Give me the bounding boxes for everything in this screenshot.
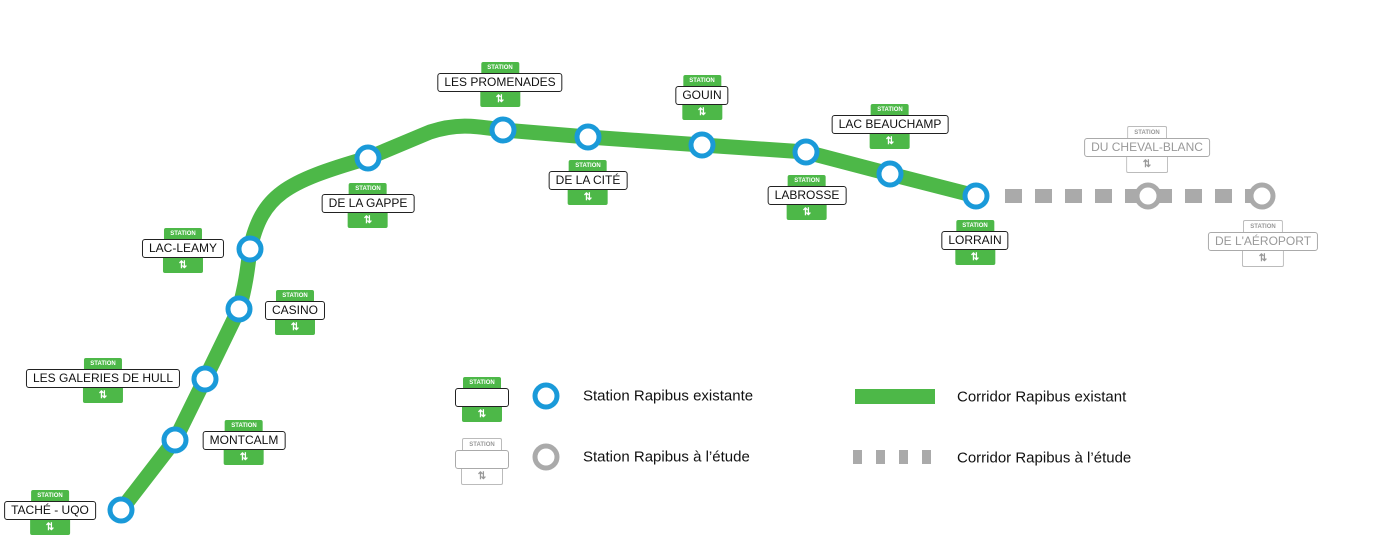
legend-corridor-existing-icon (855, 389, 935, 404)
station-label[interactable]: STATION DE L'AÉROPORT ⇅ (1207, 220, 1319, 267)
station-tab: STATION (463, 377, 501, 388)
station-marker[interactable] (225, 295, 253, 323)
station-name: LES PROMENADES (437, 73, 563, 92)
legend-corridor-existing: Corridor Rapibus existant (957, 388, 1127, 406)
station-tab: STATION (1127, 126, 1167, 138)
station-marker[interactable] (236, 235, 264, 263)
station-marker[interactable] (876, 160, 904, 188)
transfer-icon: ⇅ (274, 320, 315, 335)
station-tab: STATION (787, 175, 826, 186)
legend-station-study-icon (532, 443, 560, 471)
station-name: CASINO (264, 301, 326, 320)
station-label[interactable]: STATION DE LA CITÉ ⇅ (548, 160, 628, 205)
station-tab: STATION (683, 75, 721, 86)
transfer-icon: ⇅ (462, 407, 502, 422)
transfer-icon: ⇅ (480, 92, 520, 107)
legend-station-existing-label: STATION ⇅ (455, 377, 509, 422)
station-tab: STATION (569, 160, 607, 171)
station-name: DE LA GAPPE (321, 194, 415, 213)
station-label[interactable]: STATION DE LA GAPPE ⇅ (321, 183, 415, 228)
station-tab: STATION (956, 220, 994, 231)
station-marker[interactable] (191, 365, 219, 393)
station-label[interactable]: STATION DU CHEVAL-BLANC ⇅ (1084, 126, 1210, 173)
transfer-icon: ⇅ (223, 450, 264, 465)
station-marker[interactable] (574, 123, 602, 151)
station-name: LAC-LEAMY (141, 239, 225, 258)
transfer-icon: ⇅ (1126, 157, 1168, 173)
station-tab: STATION (348, 183, 387, 194)
transfer-icon: ⇅ (682, 105, 722, 120)
legend-corridor-study: Corridor Rapibus à l’étude (957, 449, 1132, 467)
station-tab: STATION (1243, 220, 1283, 232)
station-name: LAC BEAUCHAMP (831, 115, 949, 134)
station-tab: STATION (31, 490, 69, 501)
legend-station-study: Station Rapibus à l’étude (583, 448, 750, 466)
station-label[interactable]: STATION LAC-LEAMY ⇅ (141, 228, 225, 273)
station-marker[interactable] (962, 182, 990, 210)
legend-station-study-label: STATION ⇅ (455, 438, 509, 485)
label-box (455, 388, 509, 407)
station-label[interactable]: STATION LORRAIN ⇅ (941, 220, 1009, 265)
legend-station-existing: Station Rapibus existante (583, 387, 754, 405)
station-tab: STATION (481, 62, 519, 73)
station-label[interactable]: STATION MONTCALM ⇅ (202, 420, 286, 465)
station-marker[interactable] (792, 138, 820, 166)
station-name: LES GALERIES DE HULL (25, 369, 181, 388)
station-label[interactable]: STATION LABROSSE ⇅ (767, 175, 847, 220)
station-marker[interactable] (354, 144, 382, 172)
transfer-icon: ⇅ (1242, 251, 1284, 267)
station-name: DE LA CITÉ (548, 171, 628, 190)
station-marker[interactable] (1248, 182, 1276, 210)
station-marker[interactable] (489, 116, 517, 144)
transfer-icon: ⇅ (869, 134, 910, 149)
transfer-icon: ⇅ (786, 205, 827, 220)
station-marker[interactable] (1134, 182, 1162, 210)
station-name: LORRAIN (941, 231, 1009, 250)
station-name: TACHÉ - UQO (4, 501, 96, 520)
station-label[interactable]: STATION TACHÉ - UQO ⇅ (4, 490, 96, 535)
transfer-icon: ⇅ (83, 388, 123, 403)
station-label[interactable]: STATION LES GALERIES DE HULL ⇅ (25, 358, 181, 403)
station-tab: STATION (462, 438, 502, 450)
transfer-icon: ⇅ (163, 258, 203, 273)
station-tab: STATION (84, 358, 122, 369)
label-box (455, 450, 509, 469)
station-marker[interactable] (161, 426, 189, 454)
transfer-icon: ⇅ (955, 250, 995, 265)
station-name: LABROSSE (767, 186, 847, 205)
transfer-icon: ⇅ (30, 520, 70, 535)
station-marker[interactable] (688, 131, 716, 159)
station-tab: STATION (224, 420, 263, 431)
station-name: GOUIN (675, 86, 729, 105)
station-tab: STATION (164, 228, 202, 239)
station-tab: STATION (275, 290, 314, 301)
legend-station-existing-icon (532, 382, 560, 410)
station-name: MONTCALM (202, 431, 286, 450)
station-label[interactable]: STATION GOUIN ⇅ (675, 75, 729, 120)
station-label[interactable]: STATION LES PROMENADES ⇅ (437, 62, 563, 107)
station-name: DU CHEVAL-BLANC (1084, 138, 1210, 157)
transfer-icon: ⇅ (461, 469, 503, 485)
station-label[interactable]: STATION CASINO ⇅ (264, 290, 326, 335)
transfer-icon: ⇅ (568, 190, 608, 205)
station-tab: STATION (870, 104, 909, 115)
station-name: DE L'AÉROPORT (1207, 232, 1319, 251)
transfer-icon: ⇅ (347, 213, 388, 228)
station-label[interactable]: STATION LAC BEAUCHAMP ⇅ (831, 104, 949, 149)
station-marker[interactable] (107, 496, 135, 524)
